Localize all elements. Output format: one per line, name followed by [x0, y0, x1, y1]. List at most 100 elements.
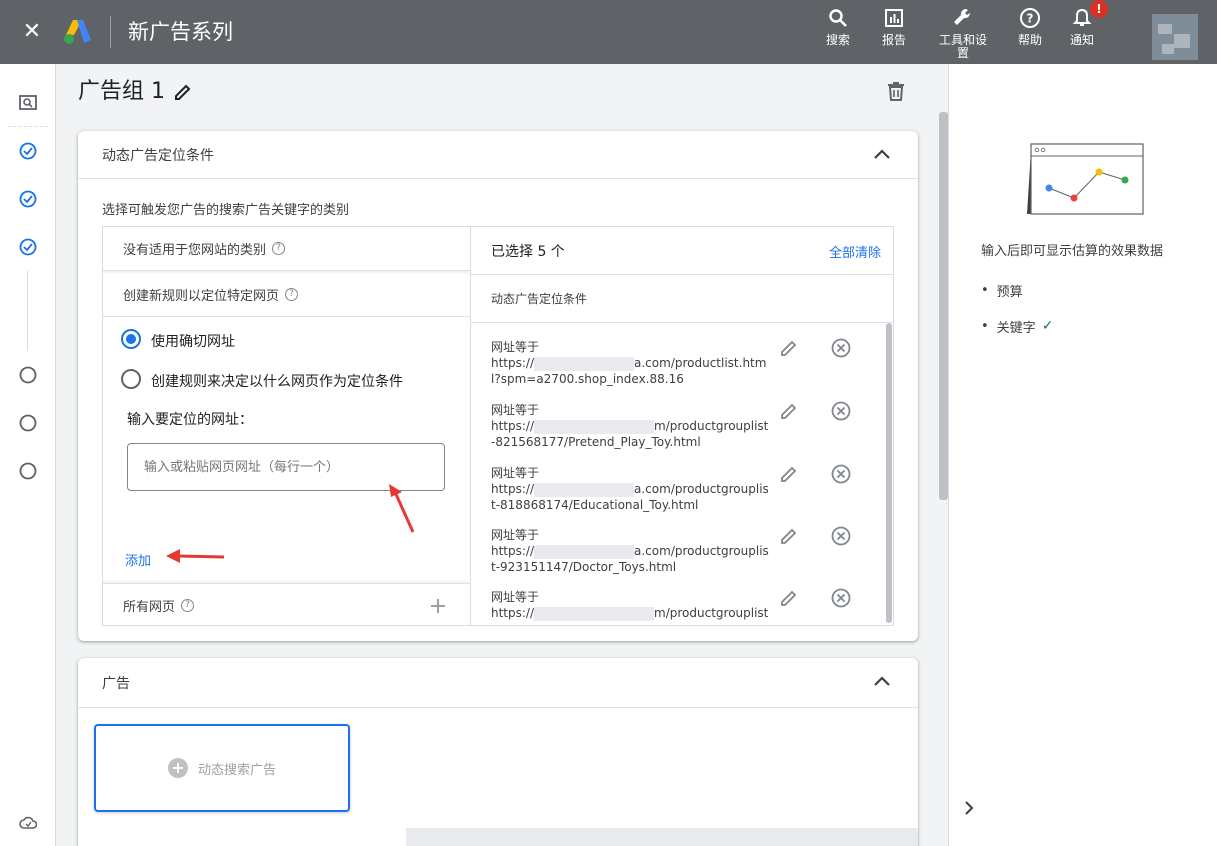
- remove-icon[interactable]: [830, 525, 852, 547]
- chart-illustration: [1027, 143, 1144, 215]
- step-complete-icon[interactable]: [19, 238, 37, 256]
- remove-icon[interactable]: [830, 463, 852, 485]
- avatar[interactable]: [1152, 14, 1198, 60]
- nav-search[interactable]: 搜索: [826, 6, 850, 47]
- redacted-block: [534, 544, 635, 559]
- estimates-message: 输入后即可显示估算的效果数据: [981, 244, 1164, 259]
- ads-card-header[interactable]: 广告: [78, 658, 918, 708]
- redacted-block: [534, 606, 655, 621]
- reports-icon: [882, 6, 906, 30]
- category-panel: 没有适用于您网站的类别 ? 创建新规则以定位特定网页 ? 使用确切网址 创建规则…: [102, 226, 470, 626]
- entry-label: 网址等于: [491, 466, 540, 480]
- cloud-icon[interactable]: [19, 814, 37, 832]
- nav-help-label: 帮助: [1018, 33, 1043, 47]
- ad-group-heading: 广告组 1: [78, 78, 193, 106]
- step-pending-icon[interactable]: [19, 462, 37, 480]
- targeting-card-header[interactable]: 动态广告定位条件: [78, 131, 918, 179]
- entry-url: https://a.com/productlist.html?spm=a2700…: [491, 355, 771, 387]
- edit-icon[interactable]: [778, 525, 800, 547]
- ads-card-title: 广告: [102, 675, 130, 692]
- url-prefix: https://: [491, 356, 535, 370]
- url-prefix: https://: [491, 606, 535, 620]
- entry-url: https://a.com/productgrouplist-923151147…: [491, 543, 771, 575]
- trash-icon[interactable]: [884, 80, 908, 104]
- add-link[interactable]: 添加: [125, 550, 151, 569]
- targeting-subtitle: 选择可触发您广告的搜索广告关键字的类别: [102, 203, 350, 218]
- close-icon[interactable]: ✕: [20, 20, 44, 44]
- nav-notifications-label: 通知: [1070, 33, 1095, 47]
- list-item: 关键字 ✓: [981, 308, 1054, 344]
- search-campaign-icon[interactable]: [19, 94, 37, 112]
- remove-icon[interactable]: [830, 400, 852, 422]
- search-icon: [826, 6, 850, 30]
- edit-icon[interactable]: [778, 463, 800, 485]
- nav-help[interactable]: ? 帮助: [1018, 6, 1042, 47]
- notification-badge: !: [1090, 0, 1108, 18]
- help-icon[interactable]: ?: [181, 599, 195, 612]
- main-content: 广告组 1 动态广告定位条件 选择可触发您广告的搜索广告关键字的类别 没有适用于…: [56, 64, 948, 846]
- url-prefix: https://: [491, 544, 535, 558]
- nav-search-label: 搜索: [826, 33, 851, 47]
- plus-icon[interactable]: [430, 598, 446, 614]
- redacted-block: [534, 482, 635, 497]
- check-icon: ✓: [1041, 318, 1054, 334]
- nav-tools-label: 工具和设置: [938, 33, 987, 60]
- redacted-block: [534, 419, 655, 434]
- bell-icon: !: [1070, 0, 1108, 30]
- step-complete-icon[interactable]: [19, 190, 37, 208]
- clear-all-link[interactable]: 全部清除: [829, 242, 881, 261]
- edit-icon[interactable]: [778, 400, 800, 422]
- edit-icon[interactable]: [173, 82, 193, 102]
- chevron-right-icon[interactable]: [961, 800, 977, 816]
- edit-icon[interactable]: [778, 337, 800, 359]
- entry-label: 网址等于: [491, 403, 540, 417]
- no-category-label: 没有适用于您网站的类别: [123, 243, 267, 258]
- edit-icon[interactable]: [778, 587, 800, 609]
- divider: [110, 16, 111, 48]
- new-rule-row[interactable]: 创建新规则以定位特定网页 ?: [103, 273, 470, 317]
- nav-notifications[interactable]: ! 通知: [1070, 0, 1108, 47]
- new-dynamic-search-ad-button[interactable]: + 动态搜索广告: [94, 724, 350, 812]
- radio-exact-url-label[interactable]: 使用确切网址: [151, 331, 235, 351]
- estimates-sidebar: 输入后即可显示估算的效果数据 预算 关键字 ✓: [948, 64, 1217, 846]
- help-icon[interactable]: ?: [285, 288, 299, 301]
- radio-create-rules[interactable]: [121, 369, 141, 389]
- url-prefix: https://: [491, 419, 535, 433]
- chevron-up-icon[interactable]: [872, 672, 892, 692]
- chevron-up-icon[interactable]: [872, 145, 892, 165]
- redacted-block: [534, 356, 635, 371]
- url-prefix: https://: [491, 482, 535, 496]
- nav-tools[interactable]: 工具和设置: [937, 6, 989, 60]
- all-pages-label: 所有网页: [123, 600, 176, 615]
- all-pages-row[interactable]: 所有网页 ?: [103, 583, 470, 627]
- google-ads-logo: [64, 20, 91, 44]
- budget-label: 预算: [996, 284, 1023, 300]
- radio-create-rules-label[interactable]: 创建规则来决定以什么网页作为定位条件: [151, 371, 403, 391]
- list-item: 网址等于 https://a.com/productgrouplist-9231…: [491, 527, 771, 575]
- radio-exact-url[interactable]: [121, 329, 141, 349]
- new-rule-label: 创建新规则以定位特定网页: [123, 289, 280, 304]
- main-scrollbar[interactable]: [939, 112, 948, 500]
- url-input[interactable]: [127, 443, 445, 491]
- plus-icon: +: [167, 758, 188, 778]
- remove-icon[interactable]: [830, 587, 852, 609]
- url-input-label: 输入要定位的网址：: [127, 412, 253, 428]
- ads-card: 广告 + 动态搜索广告: [78, 658, 918, 846]
- new-ad-label: 动态搜索广告: [197, 762, 276, 778]
- entry-label: 网址等于: [491, 528, 540, 542]
- entry-url: https://a.com/productgrouplist-818868174…: [491, 481, 771, 513]
- selected-count: 已选择 5 个: [491, 243, 565, 260]
- nav-reports[interactable]: 报告: [882, 6, 906, 47]
- no-category-row[interactable]: 没有适用于您网站的类别 ?: [103, 227, 470, 271]
- remove-icon[interactable]: [830, 337, 852, 359]
- selected-panel: 已选择 5 个 全部清除 动态广告定位条件 网址等于 https://a.com…: [470, 226, 894, 626]
- targeting-card: 动态广告定位条件 选择可触发您广告的搜索广告关键字的类别 没有适用于您网站的类别…: [78, 131, 918, 641]
- targeting-card-title: 动态广告定位条件: [102, 147, 214, 164]
- list-scrollbar[interactable]: [886, 323, 892, 623]
- divider: [8, 126, 48, 127]
- step-pending-icon[interactable]: [19, 366, 37, 384]
- help-icon[interactable]: ?: [272, 242, 286, 255]
- selected-subheader: 动态广告定位条件: [471, 275, 893, 323]
- step-complete-icon[interactable]: [19, 142, 37, 160]
- step-pending-icon[interactable]: [19, 414, 37, 432]
